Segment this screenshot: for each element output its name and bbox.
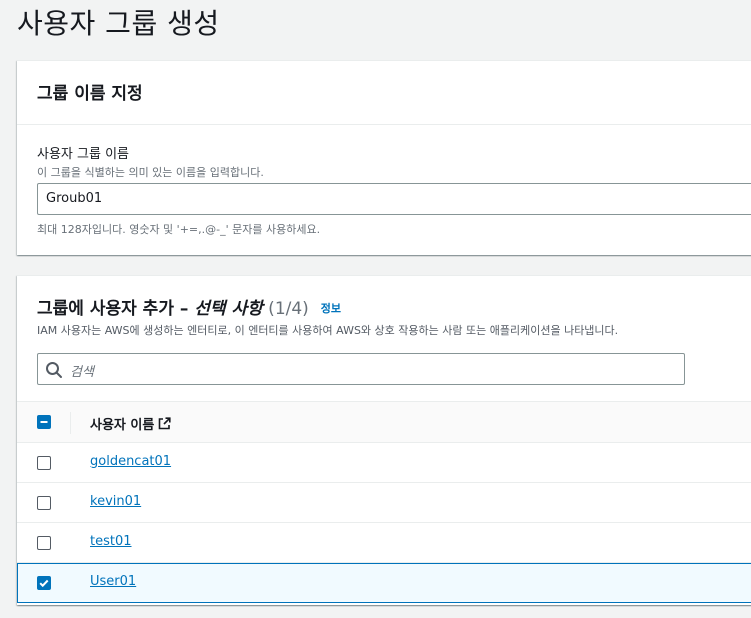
table-header: 사용자 이름 (17, 401, 751, 443)
username-link[interactable]: kevin01 (90, 494, 141, 509)
table-row[interactable]: goldencat01 (17, 443, 751, 483)
column-divider (70, 412, 71, 434)
selected-count: (1/4) (262, 299, 309, 319)
search-icon (46, 362, 62, 378)
add-users-description: IAM 사용자는 AWS에 생성하는 엔터티로, 이 엔터티를 사용하여 AWS… (37, 324, 619, 337)
external-link-icon (159, 417, 171, 430)
add-users-title-optional: 선택 사항 (194, 299, 263, 319)
table-row[interactable]: kevin01 (17, 483, 751, 523)
group-name-panel-header: 그룹 이름 지정 (17, 61, 751, 125)
group-name-label: 사용자 그룹 이름 (37, 147, 129, 162)
username-link[interactable]: test01 (90, 534, 132, 549)
info-link[interactable]: 정보 (321, 302, 341, 315)
select-all-checkbox[interactable] (37, 415, 51, 429)
search-input[interactable]: 검색 (37, 353, 685, 385)
group-name-panel: 그룹 이름 지정 사용자 그룹 이름 이 그룹을 식별하는 의미 있는 이름을 … (17, 60, 751, 255)
minus-icon (40, 421, 48, 423)
table-row[interactable]: test01 (17, 523, 751, 563)
column-header-label: 사용자 이름 (90, 418, 155, 433)
add-users-title: 그룹에 사용자 추가 – 선택 사항 (1/4) 정보 (37, 294, 341, 319)
group-name-description: 이 그룹을 식별하는 의미 있는 이름을 입력합니다. (37, 166, 264, 179)
add-users-title-main: 그룹에 사용자 추가 – (37, 299, 195, 319)
add-users-panel: 그룹에 사용자 추가 – 선택 사항 (1/4) 정보 IAM 사용자는 AWS… (17, 275, 751, 605)
row-checkbox[interactable] (37, 496, 51, 510)
search-placeholder: 검색 (70, 365, 94, 380)
page-title: 사용자 그룹 생성 (17, 7, 220, 40)
row-checkbox[interactable] (37, 536, 51, 550)
table-row-selected[interactable]: User01 (17, 563, 751, 603)
group-name-constraint: 최대 128자입니다. 영숫자 및 '+=,.@-_' 문자를 사용하세요. (37, 223, 321, 236)
users-table: 사용자 이름 goldencat01 kevin01 test01 User01 (17, 401, 751, 603)
username-link[interactable]: User01 (90, 574, 136, 589)
row-checkbox[interactable] (37, 456, 51, 470)
check-icon (39, 579, 49, 588)
row-checkbox-checked[interactable] (37, 576, 51, 590)
group-name-panel-title: 그룹 이름 지정 (37, 84, 143, 104)
column-header-username[interactable]: 사용자 이름 (90, 414, 171, 433)
group-name-input[interactable]: Groub01 (37, 183, 751, 215)
username-link[interactable]: goldencat01 (90, 454, 171, 469)
